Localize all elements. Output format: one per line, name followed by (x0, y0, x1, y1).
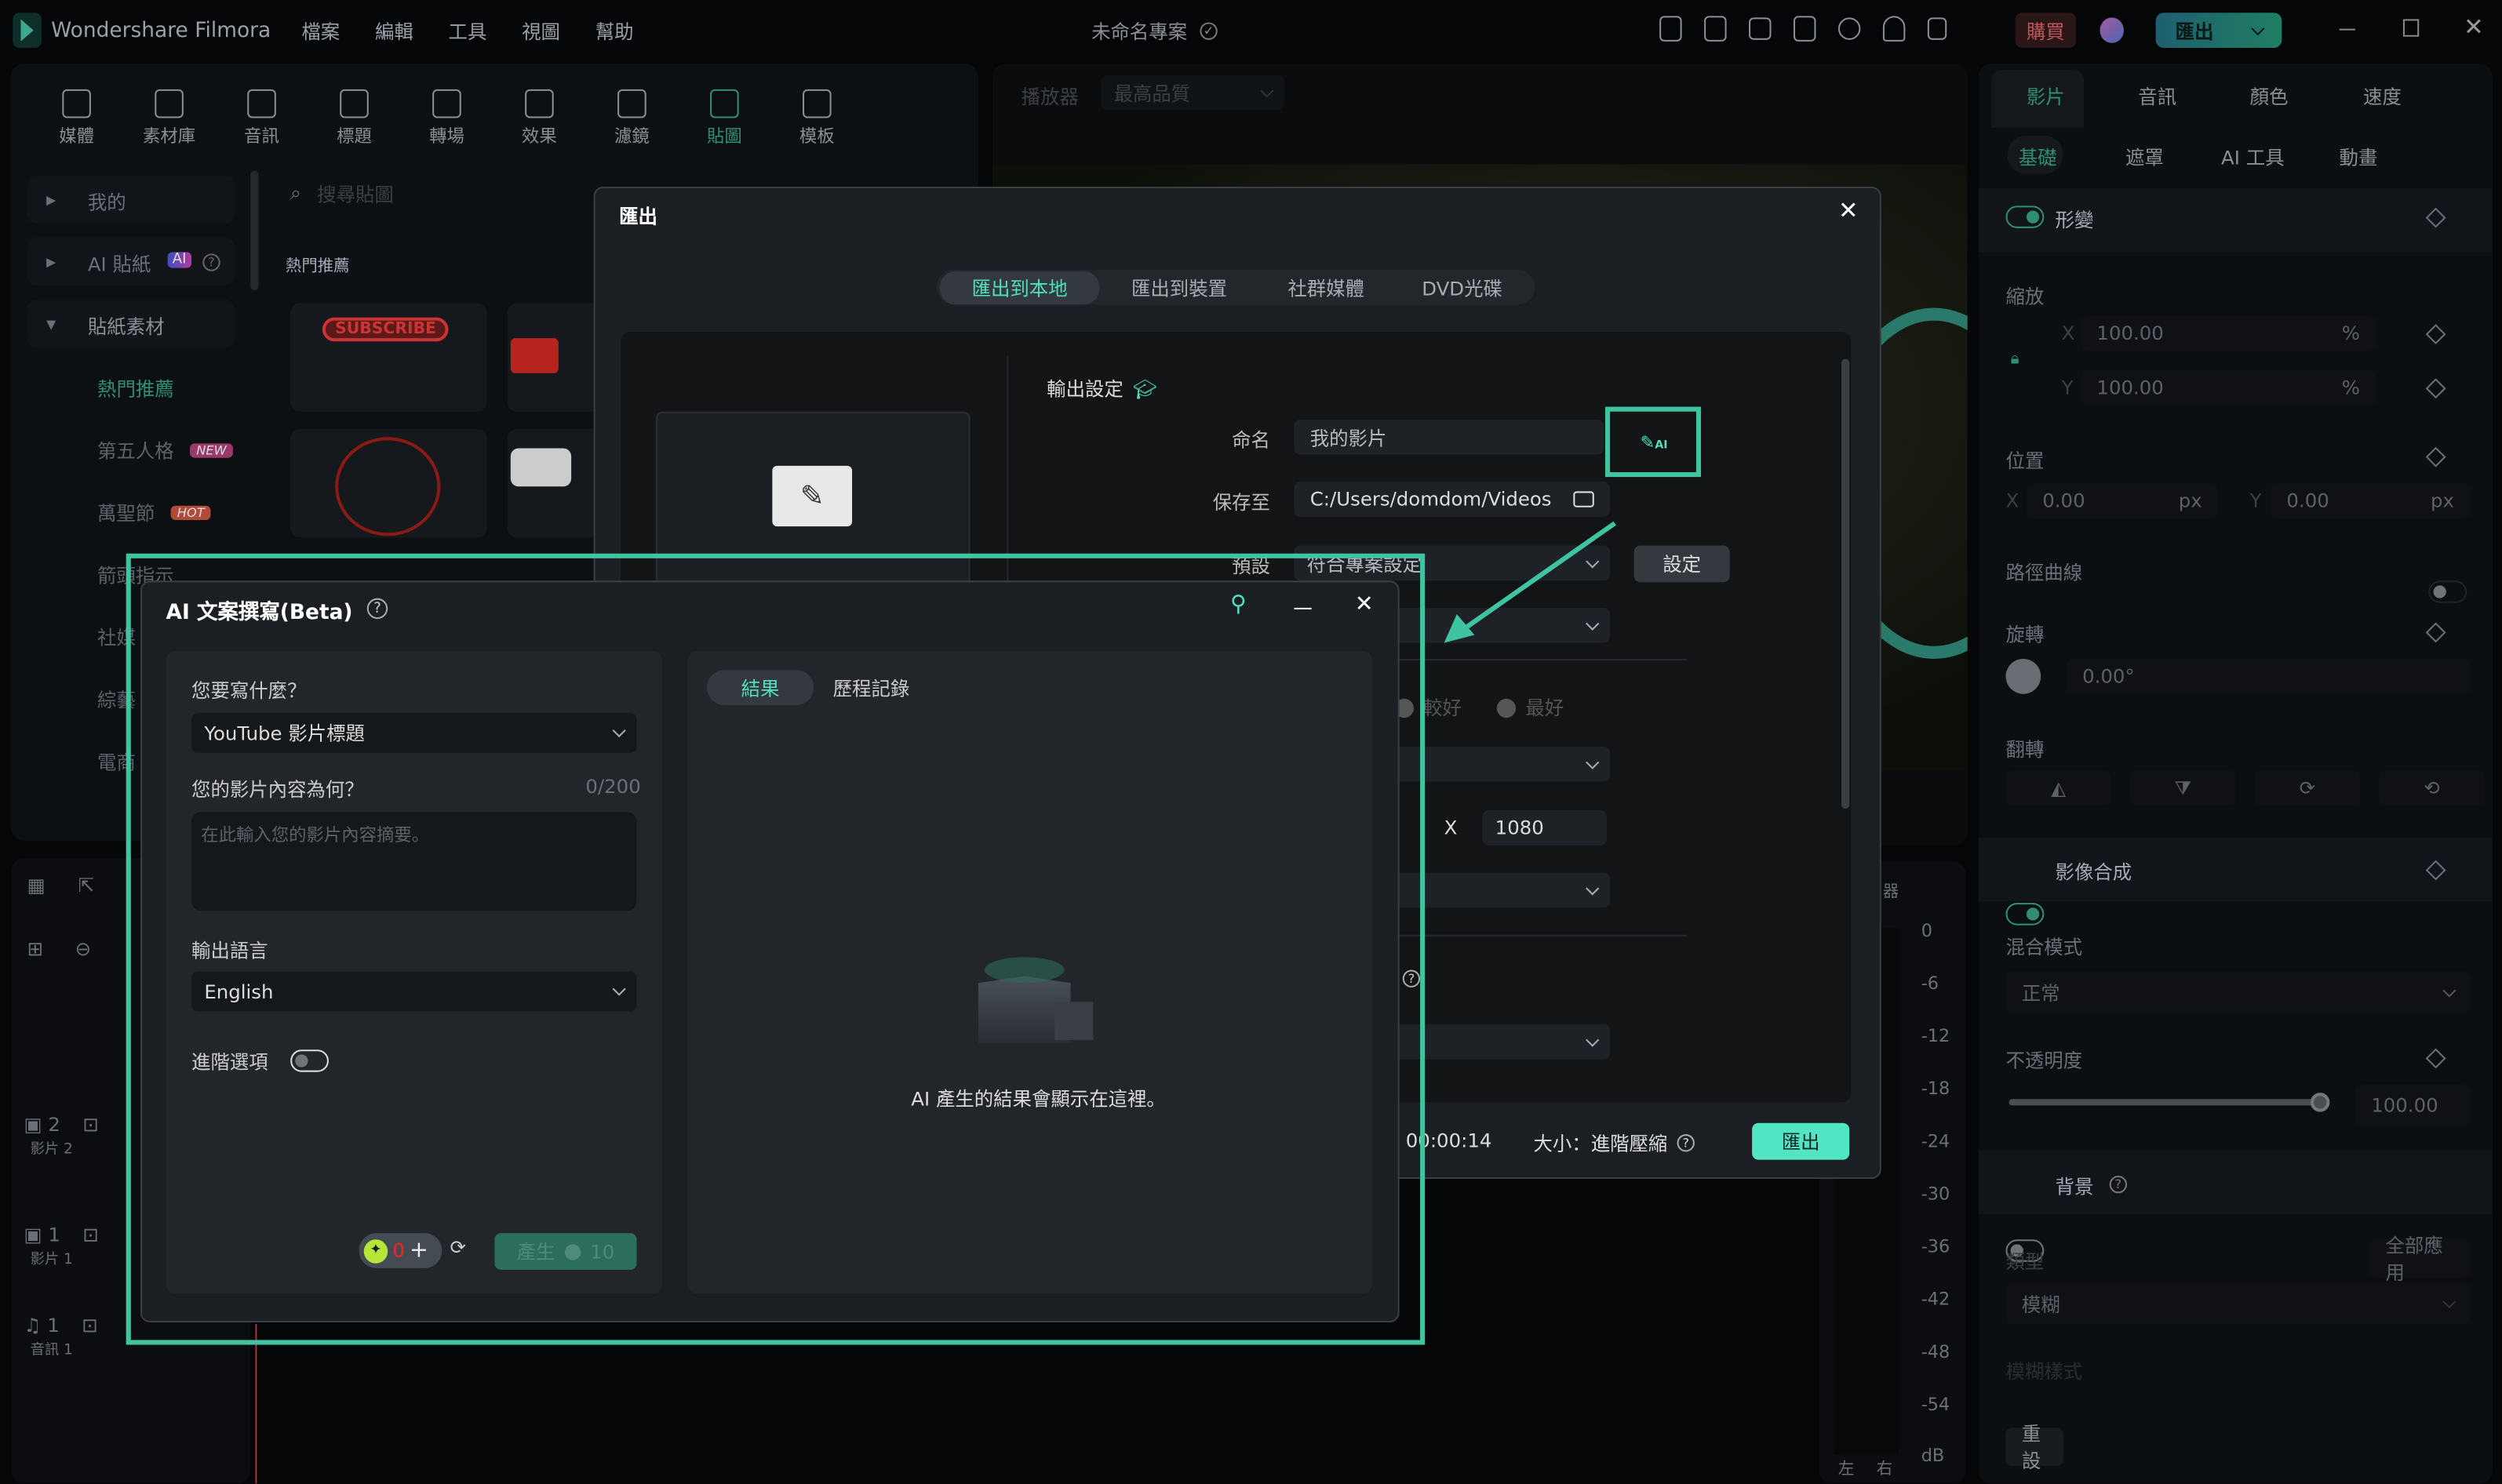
highlight-box (126, 553, 1426, 1345)
filmora-window: Wondershare Filmora 檔案 編輯 工具 視圖 幫助 未命名專案… (0, 0, 2502, 1484)
